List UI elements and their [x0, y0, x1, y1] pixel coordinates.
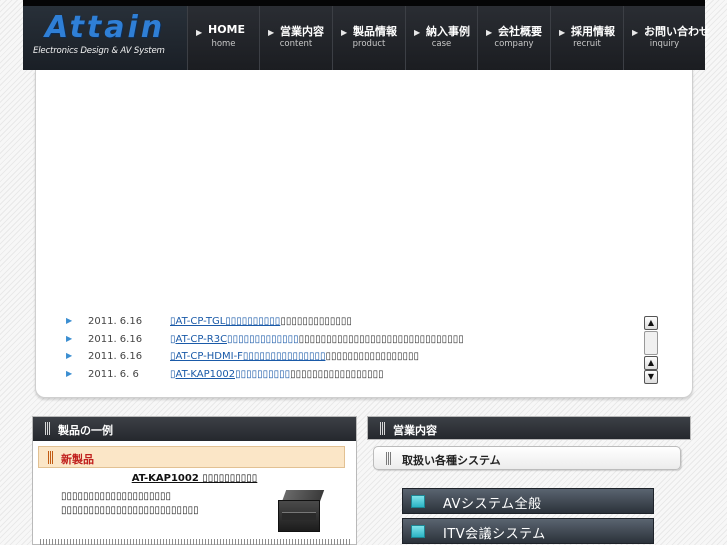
news-list: ▶ 2011. 6.16 ▯AT-CP-TGL▯▯▯▯▯▯▯▯▯▯▯▯▯▯▯▯▯… [66, 314, 666, 384]
scroll-up-arrow-icon[interactable]: ▲ [644, 356, 658, 370]
nav-item-label: HOME [208, 23, 246, 36]
play-arrow-icon: ▶ [632, 28, 639, 37]
news-desc: ▯▯▯▯▯▯▯▯▯▯▯▯▯▯▯▯▯▯▯▯▯▯▯▯▯▯▯▯▯▯ [298, 333, 464, 345]
dotted-divider [40, 539, 350, 545]
heading-bars-icon [45, 422, 51, 435]
nav-item-sublabel: content [279, 39, 313, 49]
nav-item-label: 採用情報 [571, 25, 615, 38]
systems-subheader: 取扱い各種システム [373, 446, 681, 470]
play-arrow-icon: ▶ [341, 28, 348, 37]
news-date: 2011. 6.16 [88, 351, 143, 362]
site-header: Attain Electronics Design & AV System ▶ … [23, 0, 710, 70]
logo-brand: Attain [45, 10, 166, 45]
heading-bars-icon [380, 422, 386, 435]
play-arrow-icon: ▶ [196, 28, 203, 37]
nav-item-sublabel: inquiry [649, 39, 680, 49]
news-text: ▯AT-CP-R3C▯▯▯▯▯▯▯▯▯▯▯▯▯▯▯▯▯▯▯▯▯▯▯▯▯▯▯▯▯▯… [170, 334, 464, 345]
nav-item-label: 会社概要 [498, 25, 542, 38]
nav-item-company[interactable]: ▶ 会社概要 company [477, 6, 550, 70]
products-header: 製品の一例 [33, 417, 356, 441]
page: Attain Electronics Design & AV System ▶ … [23, 0, 710, 545]
nav-item-recruit[interactable]: ▶ 採用情報 recruit [550, 6, 623, 70]
news-item: ▶ 2011. 6.16 ▯AT-CP-HDMI-F▯▯▯▯▯▯▯▯▯▯▯▯▯▯… [66, 349, 666, 367]
play-arrow-icon: ▶ [559, 28, 566, 37]
nav-item-sublabel: recruit [573, 39, 601, 49]
play-arrow-icon: ▶ [486, 28, 493, 37]
services-heading: 営業内容 [393, 424, 437, 437]
heading-bars-icon [386, 452, 392, 465]
news-date: 2011. 6.16 [88, 333, 143, 345]
news-item: ▶ 2011. 6.16 ▯AT-CP-TGL▯▯▯▯▯▯▯▯▯▯▯▯▯▯▯▯▯… [66, 314, 666, 332]
nav-item-content[interactable]: ▶ 営業内容 content [259, 6, 332, 70]
play-arrow-icon: ▶ [268, 28, 275, 37]
news-desc: ▯▯▯▯▯▯▯▯▯▯▯▯▯▯▯▯▯ [290, 368, 384, 380]
logo-tagline: Electronics Design & AV System [33, 46, 165, 56]
news-date: 2011. 6. 6 [88, 368, 139, 380]
nav-item-home[interactable]: ▶ HOME home [187, 6, 259, 70]
triangle-bullet-icon: ▶ [66, 368, 73, 378]
triangle-bullet-icon: ▶ [66, 333, 73, 343]
play-arrow-icon: ▶ [414, 28, 421, 37]
news-link[interactable]: ▯AT-CP-HDMI-F▯▯▯▯▯▯▯▯▯▯▯▯▯▯▯ [170, 351, 325, 362]
news-panel: ▶ 2011. 6.16 ▯AT-CP-TGL▯▯▯▯▯▯▯▯▯▯▯▯▯▯▯▯▯… [35, 70, 693, 398]
itv-conference-button[interactable]: ITV会議システム [402, 518, 654, 544]
nav-item-label: 営業内容 [280, 25, 324, 38]
product-name-link[interactable]: AT-KAP1002 ▯▯▯▯▯▯▯▯▯▯ [33, 473, 356, 484]
news-link[interactable]: ▯AT-CP-R3C▯▯▯▯▯▯▯▯▯▯▯▯▯ [170, 334, 299, 345]
main-nav: ▶ HOME home ▶ 営業内容 content ▶ 製品情報 produc… [187, 6, 710, 70]
news-link[interactable]: ▯AT-KAP1002▯▯▯▯▯▯▯▯▯▯ [170, 369, 290, 380]
nav-item-sublabel: case [431, 39, 452, 49]
heading-bars-icon [48, 451, 54, 464]
cyan-square-icon [411, 495, 425, 508]
services-section: 営業内容 取扱い各種システム AVシステム全般 ITV会議システム [367, 416, 691, 545]
systems-subheading: 取扱い各種システム [402, 454, 501, 467]
new-products-box: 新製品 [38, 446, 345, 468]
services-header: 営業内容 [367, 416, 691, 440]
news-scrollbar[interactable]: ▲ ▲ ▼ [644, 316, 658, 384]
nav-item-sublabel: product [352, 39, 386, 49]
news-desc: ▯▯▯▯▯▯▯▯▯▯▯▯▯ [280, 316, 352, 327]
system-button-label: AVシステム全般 [443, 497, 542, 512]
product-desc-line: ▯▯▯▯▯▯▯▯▯▯▯▯▯▯▯▯▯▯▯▯▯▯▯▯▯ [61, 505, 199, 516]
new-products-label: 新製品 [61, 453, 94, 466]
nav-item-label: 製品情報 [353, 25, 397, 38]
nav-item-label: お問い合わせ [644, 25, 710, 38]
news-desc: ▯▯▯▯▯▯▯▯▯▯▯▯▯▯▯▯▯ [325, 351, 420, 362]
news-item: ▶ 2011. 6. 6 ▯AT-KAP1002▯▯▯▯▯▯▯▯▯▯▯▯▯▯▯▯… [66, 367, 666, 385]
scroll-down-arrow-icon[interactable]: ▼ [644, 370, 658, 384]
product-desc-line: ▯▯▯▯▯▯▯▯▯▯▯▯▯▯▯▯▯▯▯▯ [61, 491, 172, 502]
nav-item-label: 納入事例 [426, 25, 470, 38]
news-link[interactable]: ▯AT-CP-TGL▯▯▯▯▯▯▯▯▯▯ [170, 316, 280, 327]
system-button-label: ITV会議システム [443, 527, 546, 542]
nav-item-sublabel: company [494, 39, 534, 49]
products-heading: 製品の一例 [58, 424, 113, 437]
nav-item-product[interactable]: ▶ 製品情報 product [332, 6, 405, 70]
site-logo[interactable]: Attain Electronics Design & AV System [23, 6, 187, 70]
nav-item-sublabel: home [211, 39, 236, 49]
news-text: ▯AT-KAP1002▯▯▯▯▯▯▯▯▯▯▯▯▯▯▯▯▯▯▯▯▯▯▯▯▯▯▯ [170, 369, 384, 380]
cyan-square-icon [411, 525, 425, 538]
products-section: 製品の一例 新製品 AT-KAP1002 ▯▯▯▯▯▯▯▯▯▯ ▯▯▯▯▯▯▯▯… [32, 416, 357, 545]
news-text: ▯AT-CP-TGL▯▯▯▯▯▯▯▯▯▯▯▯▯▯▯▯▯▯▯▯▯▯▯ [170, 316, 352, 327]
product-image-panel [282, 512, 316, 520]
news-text: ▯AT-CP-HDMI-F▯▯▯▯▯▯▯▯▯▯▯▯▯▯▯▯▯▯▯▯▯▯▯▯▯▯▯… [170, 351, 419, 362]
scroll-track[interactable] [644, 331, 658, 355]
news-item: ▶ 2011. 6.16 ▯AT-CP-R3C▯▯▯▯▯▯▯▯▯▯▯▯▯▯▯▯▯… [66, 332, 666, 350]
triangle-bullet-icon: ▶ [66, 351, 73, 360]
product-image[interactable] [278, 490, 325, 534]
scroll-up-arrow-icon[interactable]: ▲ [644, 316, 658, 330]
nav-item-inquiry[interactable]: ▶ お問い合わせ inquiry [623, 6, 710, 70]
triangle-bullet-icon: ▶ [66, 316, 73, 325]
nav-item-case[interactable]: ▶ 納入事例 case [405, 6, 477, 70]
news-date: 2011. 6.16 [88, 316, 143, 327]
av-system-button[interactable]: AVシステム全般 [402, 488, 654, 514]
